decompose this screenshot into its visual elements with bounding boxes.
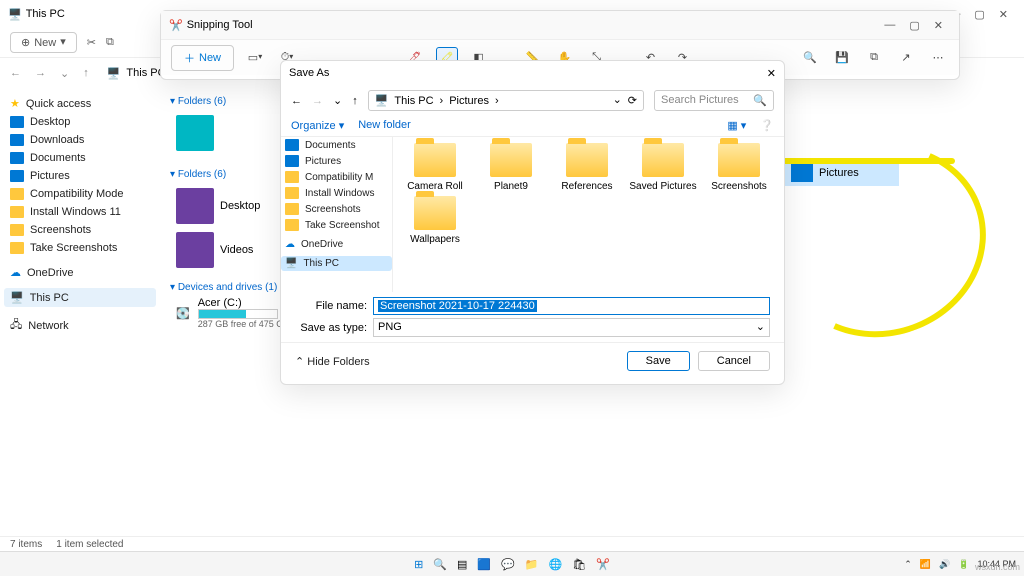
forward-icon[interactable]: → bbox=[312, 95, 323, 107]
explorer-sidebar: ★Quick access Desktop Downloads Document… bbox=[0, 88, 160, 551]
taskview-icon[interactable]: ▤ bbox=[457, 558, 467, 571]
folder-wallpapers[interactable]: Wallpapers bbox=[399, 196, 471, 245]
start-icon[interactable]: ⊞ bbox=[414, 558, 423, 571]
folder-camera-roll[interactable]: Camera Roll bbox=[399, 143, 471, 192]
filename-input[interactable]: Screenshot 2021-10-17 224430 bbox=[373, 297, 770, 315]
snip-new-button[interactable]: ＋ New bbox=[171, 45, 234, 71]
snip-icon: ✂️ bbox=[169, 19, 183, 32]
back-icon[interactable]: ← bbox=[10, 67, 21, 79]
sa-onedrive[interactable]: ☁OneDrive bbox=[281, 237, 392, 252]
tray-chevron-icon[interactable]: ⌃ bbox=[904, 559, 912, 570]
forward-icon[interactable]: → bbox=[35, 67, 46, 79]
snip-task-icon[interactable]: ✂️ bbox=[596, 558, 610, 571]
search-icon: 🔍 bbox=[753, 94, 767, 107]
search-icon[interactable]: 🔍 bbox=[433, 558, 447, 571]
sidebar-downloads[interactable]: Downloads bbox=[4, 131, 156, 149]
explorer-title: This PC bbox=[26, 8, 65, 20]
address-bar[interactable]: 🖥️ This PC bbox=[107, 67, 166, 80]
maximize-icon[interactable]: ▢ bbox=[909, 19, 919, 32]
refresh-icon[interactable]: ⟳ bbox=[628, 94, 637, 107]
sidebar-this-pc[interactable]: 🖥️This PC bbox=[4, 288, 156, 307]
taskbar: ⊞ 🔍 ▤ 🟦 💬 📁 🌐 🛍 ✂️ ⌃ 📶 🔊 🔋 10:44 PM bbox=[0, 551, 1024, 576]
chevron-down-icon[interactable]: ⌄ bbox=[333, 94, 342, 107]
copy-icon[interactable]: ⧉ bbox=[863, 47, 885, 69]
copy-icon[interactable]: ⧉ bbox=[106, 36, 114, 49]
folder-references[interactable]: References bbox=[551, 143, 623, 192]
view-icon[interactable]: ▦ ▾ bbox=[727, 119, 746, 132]
back-icon[interactable]: ← bbox=[291, 95, 302, 107]
share-icon[interactable]: ↗ bbox=[895, 47, 917, 69]
save-button[interactable]: Save bbox=[627, 351, 690, 371]
zoom-icon[interactable]: 🔍 bbox=[799, 47, 821, 69]
sa-screenshots[interactable]: Screenshots bbox=[281, 201, 392, 217]
widgets-icon[interactable]: 🟦 bbox=[477, 558, 491, 571]
drive-icon: 💽 bbox=[176, 307, 190, 320]
new-folder-button[interactable]: New folder bbox=[358, 119, 411, 132]
sidebar-network[interactable]: 🖧Network bbox=[4, 313, 156, 338]
pc-icon: 🖥️ bbox=[375, 94, 389, 107]
wifi-icon[interactable]: 📶 bbox=[920, 559, 931, 570]
help-icon[interactable]: ❔ bbox=[760, 119, 774, 132]
sidebar-screenshots[interactable]: Screenshots bbox=[4, 221, 156, 239]
chrome-icon[interactable]: 🌐 bbox=[549, 558, 563, 571]
sidebar-documents[interactable]: Documents bbox=[4, 149, 156, 167]
pc-icon: 🖥️ bbox=[8, 8, 22, 21]
cut-icon[interactable]: ✂ bbox=[87, 36, 96, 49]
snip-title: Snipping Tool bbox=[187, 19, 253, 31]
filetype-combo[interactable]: PNG⌄ bbox=[373, 318, 770, 337]
sa-install[interactable]: Install Windows bbox=[281, 185, 392, 201]
maximize-icon[interactable]: ▢ bbox=[974, 8, 984, 21]
chevron-down-icon[interactable]: ⌄ bbox=[60, 67, 69, 80]
minimize-icon[interactable]: — bbox=[884, 19, 895, 32]
search-input[interactable]: Search Pictures🔍 bbox=[654, 90, 774, 111]
folder-planet9[interactable]: Planet9 bbox=[475, 143, 547, 192]
pictures-tile-highlight: Pictures bbox=[785, 160, 899, 186]
save-file-list: Camera Roll Planet9 References Saved Pic… bbox=[393, 137, 784, 292]
save-as-title: Save As bbox=[289, 67, 329, 80]
folder-screenshots[interactable]: Screenshots bbox=[703, 143, 775, 192]
sa-documents[interactable]: Documents bbox=[281, 137, 392, 153]
sidebar-quick-access[interactable]: ★Quick access bbox=[4, 94, 156, 113]
filetype-label: Save as type: bbox=[295, 322, 367, 334]
mode-icon[interactable]: ▭▾ bbox=[244, 47, 266, 69]
new-button[interactable]: ⊕ New ▾ bbox=[10, 32, 77, 53]
close-icon[interactable]: ✕ bbox=[767, 67, 776, 80]
sa-compat[interactable]: Compatibility M bbox=[281, 169, 392, 185]
more-icon[interactable]: ⋯ bbox=[927, 47, 949, 69]
explorer-icon[interactable]: 📁 bbox=[525, 558, 539, 571]
save-as-dialog: Save As ✕ ← → ⌄ ↑ 🖥️ This PC › Pictures … bbox=[280, 60, 785, 385]
folder-saved-pictures[interactable]: Saved Pictures bbox=[627, 143, 699, 192]
sidebar-pictures[interactable]: Pictures bbox=[4, 167, 156, 185]
save-sidebar: Documents Pictures Compatibility M Insta… bbox=[281, 137, 393, 292]
sidebar-compat[interactable]: Compatibility Mode bbox=[4, 185, 156, 203]
explorer-status-bar: 7 items 1 item selected bbox=[0, 536, 1024, 552]
sa-pictures[interactable]: Pictures bbox=[281, 153, 392, 169]
sa-thispc[interactable]: 🖥️This PC bbox=[281, 256, 392, 271]
store-icon[interactable]: 🛍 bbox=[572, 558, 586, 571]
sidebar-onedrive[interactable]: ☁OneDrive bbox=[4, 263, 156, 282]
sidebar-take-screenshots[interactable]: Take Screenshots bbox=[4, 239, 156, 257]
pc-icon: 🖥️ bbox=[107, 67, 121, 80]
battery-icon[interactable]: 🔋 bbox=[958, 559, 969, 570]
watermark: wsxdn.com bbox=[975, 562, 1020, 572]
close-icon[interactable]: ✕ bbox=[999, 8, 1008, 21]
up-icon[interactable]: ↑ bbox=[352, 95, 358, 107]
close-icon[interactable]: ✕ bbox=[934, 19, 943, 32]
sidebar-install[interactable]: Install Windows 11 bbox=[4, 203, 156, 221]
organize-menu[interactable]: Organize ▾ bbox=[291, 119, 344, 132]
volume-icon[interactable]: 🔊 bbox=[939, 559, 950, 570]
save-icon[interactable]: 💾 bbox=[831, 47, 853, 69]
filename-label: File name: bbox=[295, 300, 367, 312]
hide-folders-link[interactable]: ⌃ Hide Folders bbox=[295, 355, 370, 368]
save-address-bar[interactable]: 🖥️ This PC › Pictures › ⌄ ⟳ bbox=[368, 90, 644, 111]
chat-icon[interactable]: 💬 bbox=[501, 558, 515, 571]
sidebar-desktop[interactable]: Desktop bbox=[4, 113, 156, 131]
cancel-button[interactable]: Cancel bbox=[698, 351, 770, 371]
up-icon[interactable]: ↑ bbox=[83, 67, 89, 79]
sa-take[interactable]: Take Screenshot bbox=[281, 217, 392, 233]
